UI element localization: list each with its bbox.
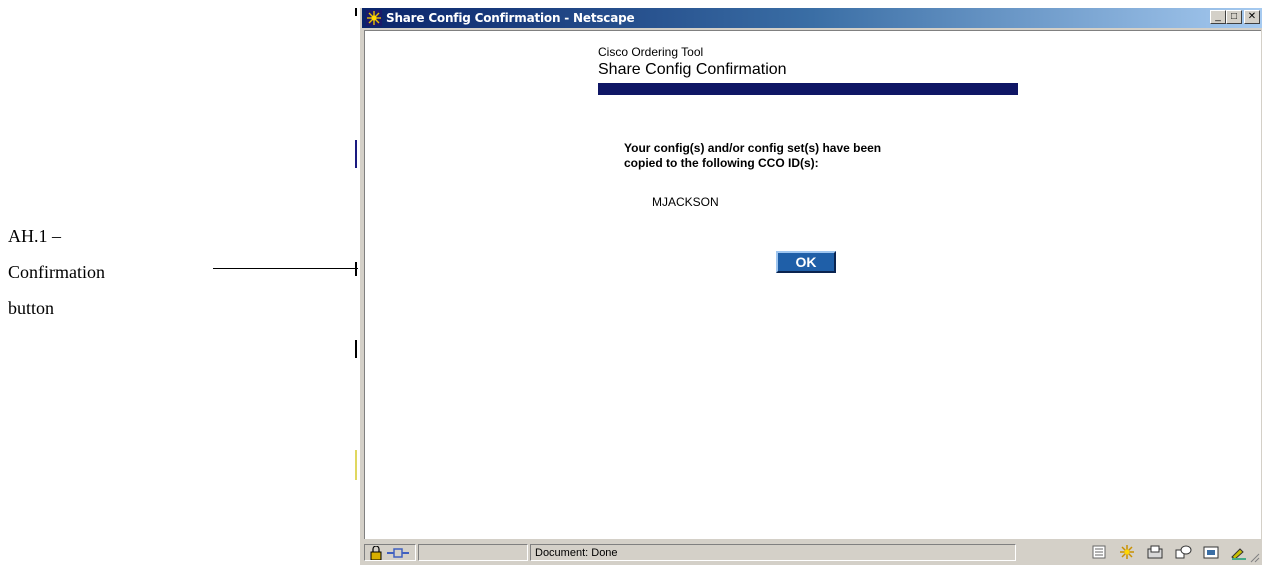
close-button[interactable]: ✕ — [1244, 10, 1260, 24]
composer-icon[interactable] — [1202, 544, 1220, 560]
newsgroups-icon[interactable] — [1174, 544, 1192, 560]
edge-mark — [355, 340, 357, 358]
cco-id-value: MJACKSON — [652, 195, 719, 209]
edge-mark — [355, 450, 357, 480]
minimize-button[interactable]: _ — [1210, 10, 1226, 24]
title-bar[interactable]: Share Config Confirmation - Netscape _ □… — [362, 8, 1262, 28]
message-line-1: Your config(s) and/or config set(s) have… — [624, 141, 882, 155]
page-title: Share Config Confirmation — [598, 61, 787, 78]
edge-mark — [355, 8, 357, 16]
connection-icon — [387, 547, 409, 558]
annotation-line-2: Confirmation — [8, 262, 105, 282]
resize-grip-icon[interactable] — [1250, 553, 1260, 563]
edge-mark — [355, 262, 357, 276]
netscape-icon — [366, 10, 382, 26]
ok-button[interactable]: OK — [776, 251, 836, 273]
window-title: Share Config Confirmation - Netscape — [386, 11, 635, 25]
confirmation-message: Your config(s) and/or config set(s) have… — [624, 141, 881, 171]
annotation-label: AH.1 – Confirmation button — [8, 218, 105, 326]
editor-icon[interactable] — [1230, 544, 1248, 560]
heading-rule — [598, 83, 1018, 95]
status-bar: Document: Done — [362, 540, 1262, 565]
lock-icon — [370, 545, 382, 560]
security-indicator[interactable] — [364, 544, 416, 561]
browser-window: Share Config Confirmation - Netscape _ □… — [358, 6, 1262, 565]
document-status: Document: Done — [530, 544, 1016, 561]
component-bar — [1090, 544, 1248, 560]
page-content: Cisco Ordering Tool Share Config Confirm… — [364, 30, 1261, 539]
mail-icon[interactable] — [1146, 544, 1164, 560]
maximize-button[interactable]: □ — [1226, 10, 1242, 24]
edge-mark — [355, 140, 357, 168]
message-line-2: copied to the following CCO ID(s): — [624, 156, 819, 170]
app-name: Cisco Ordering Tool — [598, 45, 704, 59]
progress-cell — [418, 544, 528, 561]
annotation-line-1: AH.1 – — [8, 226, 61, 246]
annotation-line-3: button — [8, 298, 55, 318]
list-icon[interactable] — [1090, 544, 1108, 560]
navigator-icon[interactable] — [1118, 544, 1136, 560]
status-text: Document: Done — [535, 546, 618, 559]
